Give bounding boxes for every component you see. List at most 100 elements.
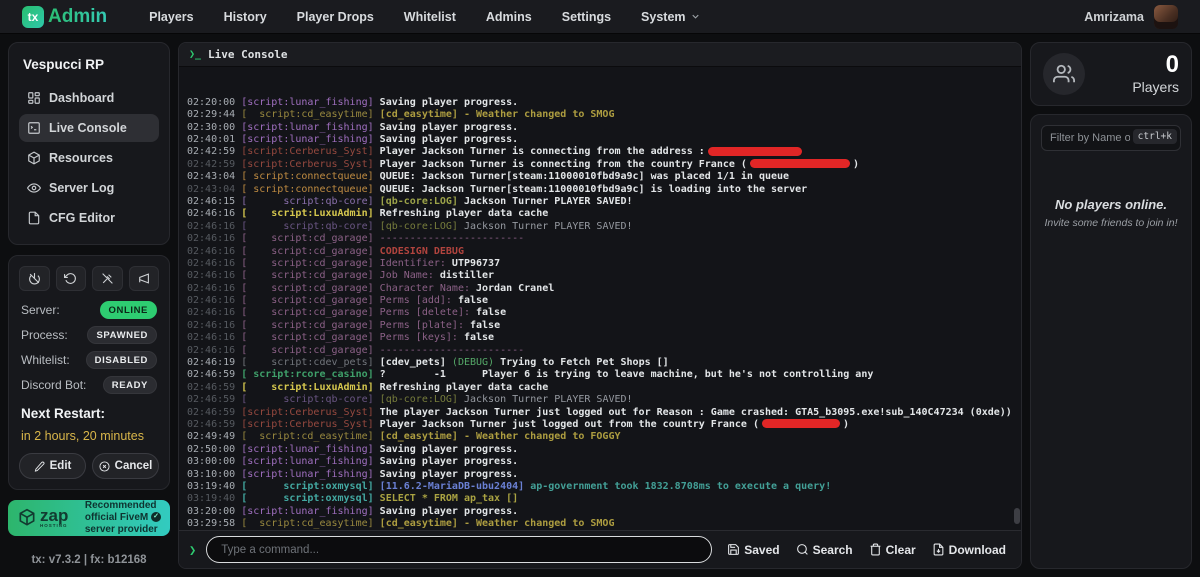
sidebar-item-label: Resources (49, 151, 113, 165)
console-line: 02:46:59 [script:Cerberus_Syst] The play… (187, 407, 1013, 419)
file-icon (27, 211, 41, 225)
main-nav: Players History Player Drops Whitelist A… (149, 10, 700, 24)
version-info: tx: v7.3.2 | fx: b12168 (8, 554, 170, 566)
nav-item-history[interactable]: History (224, 10, 267, 24)
server-name: Vespucci RP (19, 55, 159, 82)
status-label: Whitelist: (21, 353, 70, 367)
nav-item-admins[interactable]: Admins (486, 10, 532, 24)
pencil-icon (34, 461, 45, 472)
nav-item-players[interactable]: Players (149, 10, 193, 24)
restart-server-button[interactable] (56, 266, 87, 291)
dashboard-icon (27, 91, 41, 105)
next-restart-label: Next Restart: (21, 406, 157, 421)
sidebar-item-label: Dashboard (49, 91, 114, 105)
zap-hosting-ad[interactable]: zap HOSTING Recommended official FiveM ✓… (8, 500, 170, 536)
console-line: 03:10:00 [script:lunar_fishing] Saving p… (187, 469, 1013, 481)
sidebar-item-label: Server Log (49, 181, 114, 195)
console-line: 02:29:44 [ script:cd_easytime] [cd_easyt… (187, 109, 1013, 121)
clear-console-button[interactable]: Clear (864, 539, 921, 561)
sidebar-item-live-console[interactable]: Live Console (19, 114, 159, 142)
download-log-button[interactable]: Download (927, 539, 1011, 561)
saved-commands-button[interactable]: Saved (722, 539, 784, 561)
zap-ad-line3: server provider (85, 524, 161, 536)
console-line: 03:20:00 [script:lunar_fishing] Saving p… (187, 506, 1013, 518)
nav-item-system[interactable]: System (641, 10, 700, 24)
server-status-card: Server: ONLINE Process: SPAWNED Whitelis… (8, 255, 170, 490)
console-line: 02:46:15 [ script:qb-core] [qb-core:LOG]… (187, 196, 1013, 208)
zap-brand: zap (40, 509, 68, 523)
console-line: 02:46:59 [ script:LuxuAdmin] Refreshing … (187, 382, 1013, 394)
left-sidebar: Vespucci RP Dashboard Live Console Resou… (8, 42, 170, 569)
console-line: 02:42:59 [script:Cerberus_Syst] Player J… (187, 159, 1013, 171)
sidebar-item-server-log[interactable]: Server Log (19, 174, 159, 202)
next-restart-value: in 2 hours, 20 minutes (21, 429, 157, 443)
zap-brand-sub: HOSTING (40, 523, 68, 528)
console-line: 02:46:16 [ script:qb-core] [qb-core:LOG]… (187, 221, 1013, 233)
sidebar-item-resources[interactable]: Resources (19, 144, 159, 172)
console-actions: Saved Search Clear Download (722, 539, 1011, 561)
status-badge: SPAWNED (87, 326, 157, 344)
restart-actions: Edit Cancel (19, 453, 159, 479)
file-download-icon (932, 543, 945, 556)
zap-logo: zap HOSTING (17, 508, 68, 528)
main-area: ❯_ Live Console 02:20:00 [script:lunar_f… (178, 42, 1022, 569)
cancel-button-label: Cancel (115, 460, 153, 472)
terminal-icon (27, 121, 41, 135)
status-label: Process: (21, 328, 68, 342)
players-list-card: ctrl+k No players online. Invite some fr… (1030, 114, 1192, 569)
package-icon (27, 151, 41, 165)
status-row-discord: Discord Bot: READY (21, 376, 157, 394)
clear-button-label: Clear (886, 543, 916, 557)
megaphone-icon (137, 272, 150, 285)
announcement-button[interactable] (129, 266, 160, 291)
server-controls (19, 266, 159, 291)
console-line: 02:46:16 [ script:cd_garage] Job Name: d… (187, 270, 1013, 282)
server-menu-card: Vespucci RP Dashboard Live Console Resou… (8, 42, 170, 245)
right-sidebar: 0 Players ctrl+k No players online. Invi… (1030, 42, 1192, 569)
players-count: 0 (1132, 53, 1179, 77)
gavel-slash-icon (101, 272, 114, 285)
zap-ad-line1: Recommended (85, 500, 161, 512)
console-line: 02:46:16 [ script:cd_garage] -----------… (187, 233, 1013, 245)
console-line: 02:46:16 [ script:cd_garage] Identifier:… (187, 258, 1013, 270)
page-content: Vespucci RP Dashboard Live Console Resou… (0, 34, 1200, 577)
sidebar-item-dashboard[interactable]: Dashboard (19, 84, 159, 112)
download-button-label: Download (949, 543, 1006, 557)
restart-icon (64, 272, 77, 285)
console-line: 02:46:59 [ script:qb-core] [qb-core:LOG]… (187, 394, 1013, 406)
txadmin-logo[interactable]: tx Admin (22, 6, 107, 28)
verified-check-icon: ✓ (151, 512, 161, 522)
nav-item-settings[interactable]: Settings (562, 10, 611, 24)
user-menu[interactable]: Amrizama (1084, 5, 1178, 29)
anticheat-toggle-button[interactable] (92, 266, 123, 291)
trash-icon (869, 543, 882, 556)
chevron-down-icon (690, 11, 701, 22)
stop-server-button[interactable] (19, 266, 50, 291)
console-log[interactable]: 02:20:00 [script:lunar_fishing] Saving p… (179, 67, 1021, 530)
cancel-restart-button[interactable]: Cancel (92, 453, 159, 479)
players-empty-state: No players online. Invite some friends t… (1041, 197, 1181, 229)
edit-restart-button[interactable]: Edit (19, 453, 86, 479)
avatar[interactable] (1154, 5, 1178, 29)
sidebar-item-cfg-editor[interactable]: CFG Editor (19, 204, 159, 232)
eye-icon (27, 181, 41, 195)
status-row-whitelist: Whitelist: DISABLED (21, 351, 157, 369)
players-count-card: 0 Players (1030, 42, 1192, 106)
search-button[interactable]: Search (791, 539, 858, 561)
console-line: 02:46:16 [ script:cd_garage] -----------… (187, 345, 1013, 357)
console-line: 03:19:40 [ script:oxmysql] SELECT * FROM… (187, 493, 1013, 505)
console-line: 02:46:59 [script:Cerberus_Syst] Player J… (187, 419, 1013, 431)
console-line: 03:00:00 [script:lunar_fishing] Saving p… (187, 456, 1013, 468)
users-icon (1053, 63, 1075, 85)
console-line: 02:30:00 [script:lunar_fishing] Saving p… (187, 122, 1013, 134)
save-icon (727, 543, 740, 556)
nav-item-whitelist[interactable]: Whitelist (404, 10, 456, 24)
console-scrollbar-thumb[interactable] (1014, 508, 1020, 524)
console-line: 02:46:16 [ script:LuxuAdmin] Refreshing … (187, 208, 1013, 220)
saved-button-label: Saved (744, 543, 779, 557)
command-input[interactable] (206, 536, 712, 563)
console-line: 02:46:16 [ script:cd_garage] Perms [dele… (187, 307, 1013, 319)
nav-item-player-drops[interactable]: Player Drops (297, 10, 374, 24)
zap-ad-line2: official FiveM (85, 512, 148, 523)
redaction-mark (762, 419, 840, 428)
